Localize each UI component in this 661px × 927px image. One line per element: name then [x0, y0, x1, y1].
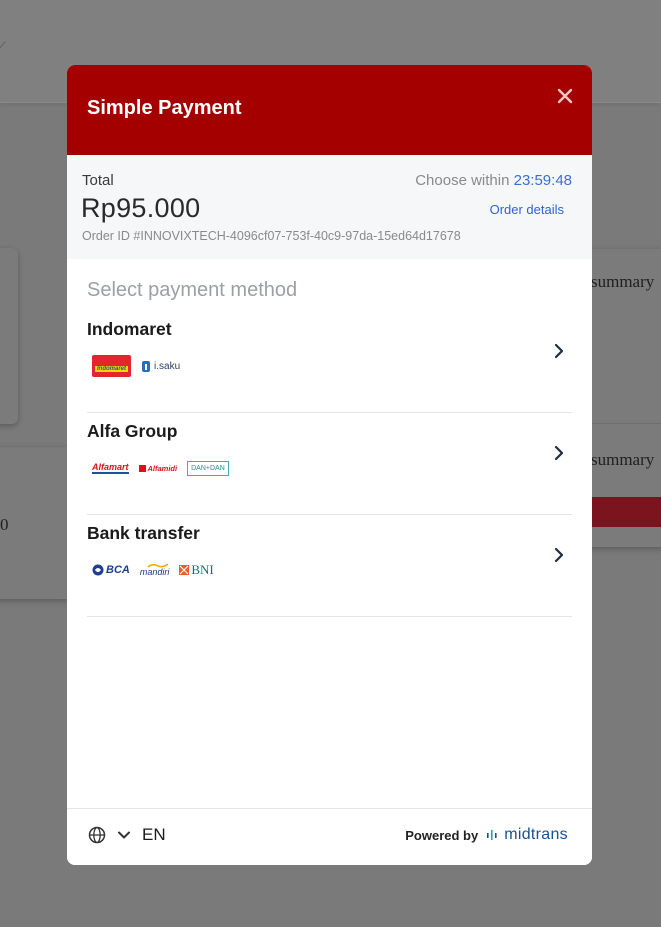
bni-icon	[179, 565, 190, 575]
bni-logo: BNI	[179, 562, 214, 578]
isaku-logo: i.saku	[141, 359, 180, 373]
background-chevron-icon: ⟋	[0, 40, 6, 56]
total-amount: Rp95.000	[81, 193, 201, 223]
close-button[interactable]	[552, 83, 578, 109]
background-block-left	[0, 447, 70, 599]
alfamart-logo: Alfamart	[92, 461, 129, 474]
isaku-icon	[142, 361, 151, 372]
chevron-right-icon	[554, 445, 564, 461]
close-icon	[557, 88, 573, 104]
globe-icon[interactable]	[88, 826, 106, 844]
chevron-right-icon	[554, 343, 564, 359]
modal-header: Simple Payment	[67, 65, 592, 155]
modal-footer: EN Powered by midtrans	[67, 808, 592, 865]
indomaret-logo: Indomaret	[92, 355, 132, 377]
background-summary-text: summary	[591, 450, 655, 469]
payment-method-alfa-group[interactable]: Alfa Group Alfamart Alfamidi DAN+DAN	[87, 413, 572, 515]
order-summary: Total Rp95.000 Order ID #INNOVIXTECH-409…	[67, 155, 592, 259]
brand-name: midtrans	[504, 826, 568, 843]
choose-within-label: Choose within	[415, 172, 510, 189]
total-label: Total	[82, 172, 114, 189]
alfamidi-icon	[138, 464, 146, 472]
bca-icon	[92, 564, 104, 576]
payment-method-indomaret[interactable]: Indomaret Indomaret i.saku	[87, 311, 572, 413]
method-label: Indomaret	[87, 319, 172, 339]
midtrans-logo: midtrans	[486, 826, 568, 844]
dandan-logo: DAN+DAN	[187, 460, 229, 476]
countdown-timer: Choose within 23:59:48	[415, 172, 572, 189]
chevron-right-icon	[554, 547, 564, 563]
payment-method-bank-transfer[interactable]: Bank transfer BCA mandiri BNI	[87, 515, 572, 617]
powered-by-label: Powered by	[405, 827, 479, 843]
select-method-label: Select payment method	[87, 279, 298, 301]
mandiri-logo: mandiri	[140, 563, 169, 577]
midtrans-icon	[487, 830, 497, 840]
background-button	[580, 497, 661, 527]
method-logos: BCA mandiri BNI	[92, 557, 214, 583]
order-details-link[interactable]: Order details	[490, 202, 564, 217]
countdown-value: 23:59:48	[513, 172, 572, 189]
language-selector[interactable]: EN	[142, 825, 166, 845]
method-logos: Alfamart Alfamidi DAN+DAN	[92, 455, 229, 481]
modal-title: Simple Payment	[87, 97, 242, 119]
method-label: Alfa Group	[87, 421, 178, 441]
method-label: Bank transfer	[87, 523, 200, 543]
background-card-left	[0, 248, 18, 424]
payment-modal: Simple Payment Total Rp95.000 Order ID #…	[67, 65, 592, 865]
background-fragment-value: 0	[0, 515, 9, 534]
bca-logo: BCA	[92, 564, 130, 576]
background-divider	[580, 423, 661, 424]
chevron-down-icon[interactable]	[117, 828, 131, 842]
powered-by: Powered by midtrans	[405, 826, 568, 844]
alfamidi-logo: Alfamidi	[138, 464, 177, 473]
order-id: Order ID #INNOVIXTECH-4096cf07-753f-40c9…	[82, 229, 461, 243]
background-summary-text: summary	[591, 272, 655, 291]
method-logos: Indomaret i.saku	[92, 353, 180, 379]
